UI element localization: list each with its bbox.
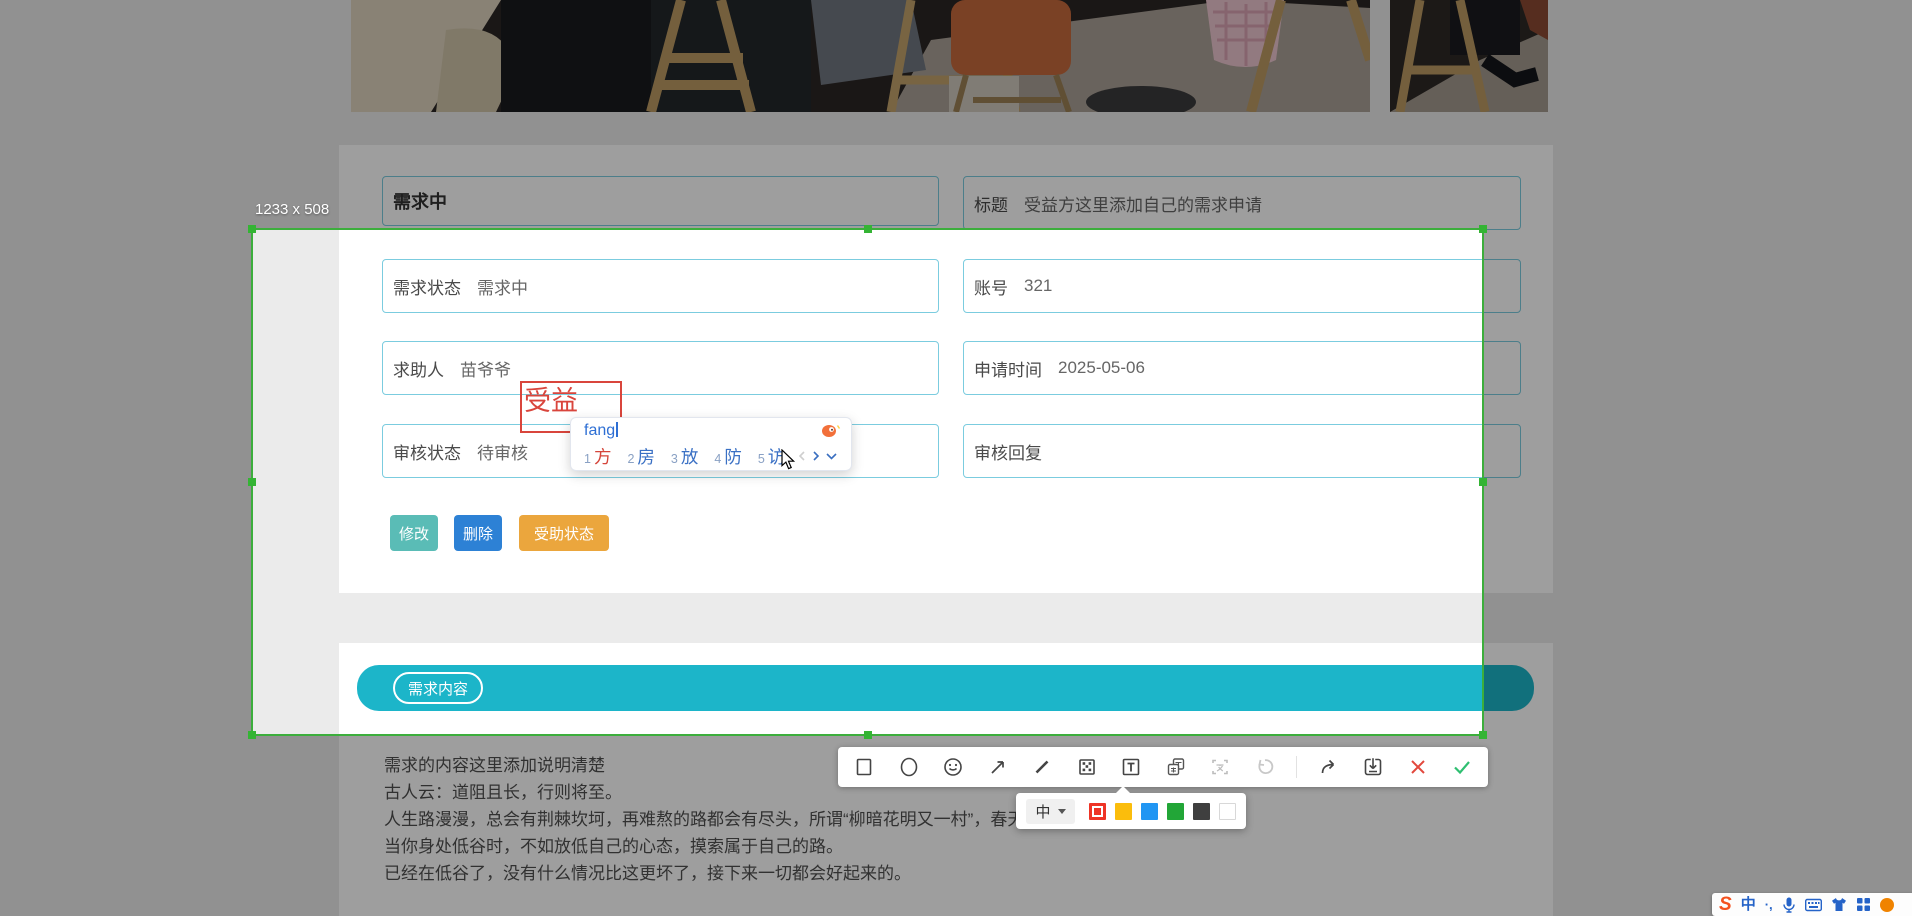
color-swatch-blue[interactable] — [1141, 803, 1158, 820]
resize-handle-bottom-right[interactable] — [1479, 731, 1487, 739]
color-swatch-red[interactable] — [1089, 803, 1106, 820]
ime-candidate[interactable]: 4防 — [714, 444, 741, 469]
page-next-icon — [814, 452, 818, 460]
notification-badge-icon[interactable] — [1880, 898, 1894, 912]
capture-selection[interactable] — [251, 228, 1484, 736]
color-swatches — [1089, 803, 1236, 820]
punctuation-toggle[interactable]: ·, — [1765, 898, 1773, 911]
field-label: 需求中 — [393, 188, 447, 214]
resize-handle-top-left[interactable] — [248, 225, 256, 233]
mouse-cursor — [781, 449, 797, 471]
color-swatch-white[interactable] — [1219, 803, 1236, 820]
field-value: 受益方这里添加自己的需求申请 — [1024, 191, 1262, 216]
download-icon[interactable] — [1360, 754, 1386, 780]
chevron-down-icon — [1058, 809, 1066, 814]
resize-handle-left[interactable] — [248, 478, 256, 486]
ime-status-bar: S 中 ·, — [1712, 893, 1912, 916]
pen-tool-icon[interactable] — [1029, 754, 1055, 780]
resize-handle-right[interactable] — [1479, 478, 1487, 486]
photo-thumbnail-2 — [1390, 0, 1548, 112]
ime-candidate[interactable]: 2房 — [627, 444, 654, 469]
toolbar-separator — [1296, 756, 1297, 778]
field-status-title: 需求中 — [382, 176, 939, 226]
rectangle-tool-icon[interactable] — [851, 754, 877, 780]
ocr-tool-icon[interactable] — [1207, 754, 1233, 780]
sogou-logo[interactable]: S — [1719, 895, 1732, 914]
undo-icon[interactable] — [1252, 754, 1278, 780]
color-swatch-green[interactable] — [1167, 803, 1184, 820]
resize-handle-top[interactable] — [864, 225, 872, 233]
resize-handle-bottom-left[interactable] — [248, 731, 256, 739]
options-notch — [1115, 786, 1131, 794]
emoji-tool-icon[interactable] — [940, 754, 966, 780]
color-swatch-yellow[interactable] — [1115, 803, 1132, 820]
keyboard-icon[interactable] — [1805, 898, 1822, 912]
arrow-tool-icon[interactable] — [985, 754, 1011, 780]
photo-thumbnail-1 — [351, 0, 1370, 112]
chinese-mode-toggle[interactable]: 中 — [1741, 897, 1756, 912]
selection-size-label: 1233 x 508 — [255, 201, 329, 218]
text-tool-icon[interactable] — [1118, 754, 1144, 780]
annotation-toolbar — [838, 747, 1488, 787]
resize-handle-bottom[interactable] — [864, 731, 872, 739]
content-line: 已经在低谷了，没有什么情况比这更坏了，接下来一切都会好起来的。 — [384, 860, 1524, 887]
ime-pager[interactable] — [797, 449, 843, 464]
ime-candidate-list: 1方 2房 3放 4防 5访 — [584, 444, 785, 469]
ime-candidate[interactable]: 1方 — [584, 444, 611, 469]
ime-popup: fang 1方 2房 3放 4防 5访 — [570, 417, 852, 471]
mosaic-tool-icon[interactable] — [1074, 754, 1100, 780]
translate-tool-icon[interactable] — [1163, 754, 1189, 780]
content-line: 当你身处低谷时，不如放低自己的心态，摸索属于自己的路。 — [384, 833, 1524, 860]
field-label: 标题 — [974, 191, 1008, 216]
ime-composition: fang — [584, 422, 618, 440]
field-title: 标题 受益方这里添加自己的需求申请 — [963, 176, 1521, 230]
sogou-logo-icon — [821, 424, 841, 438]
expand-icon — [827, 454, 836, 459]
text-caret — [616, 422, 618, 437]
toolbox-icon[interactable] — [1856, 897, 1871, 912]
font-size-value: 中 — [1035, 801, 1050, 822]
voice-input-icon[interactable] — [1782, 897, 1796, 913]
ime-candidate[interactable]: 3放 — [671, 444, 698, 469]
share-icon[interactable] — [1316, 754, 1342, 780]
confirm-capture-icon[interactable] — [1449, 754, 1475, 780]
resize-handle-top-right[interactable] — [1479, 225, 1487, 233]
skin-icon[interactable] — [1831, 897, 1847, 912]
screen: 需求中 需求状态 需求中 求助人 苗爷爷 审核状态 待审核 标题 受益方这里添加… — [0, 0, 1912, 916]
content-line: 人生路漫漫，总会有荆棘坎坷，再难熬的路都会有尽头，所谓“柳暗花明又一村”，春天正 — [384, 806, 1524, 833]
page-prev-icon — [800, 452, 804, 460]
cancel-capture-icon[interactable] — [1405, 754, 1431, 780]
font-size-dropdown[interactable]: 中 — [1026, 799, 1075, 824]
ellipse-tool-icon[interactable] — [896, 754, 922, 780]
color-swatch-dark[interactable] — [1193, 803, 1210, 820]
text-tool-options: 中 — [1016, 793, 1246, 829]
